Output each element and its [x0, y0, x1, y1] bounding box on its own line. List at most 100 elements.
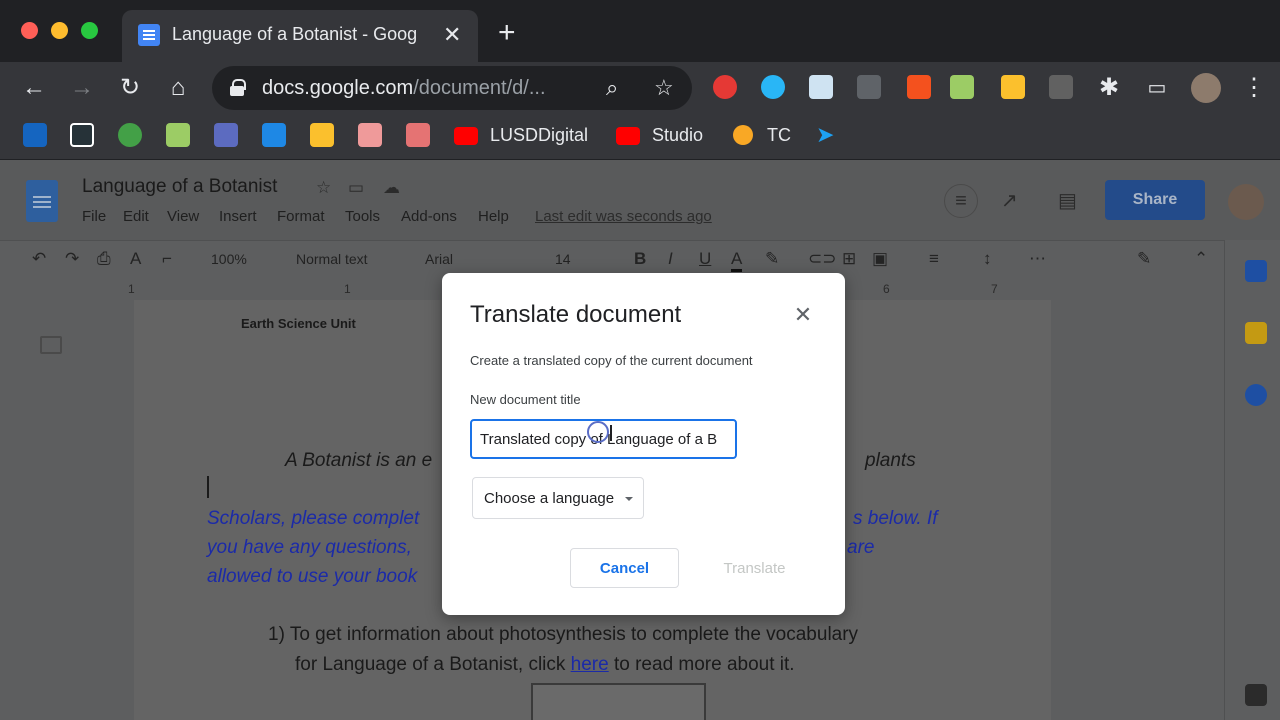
search-icon[interactable]: ⌕ — [606, 75, 618, 101]
close-icon[interactable]: ✕ — [791, 303, 815, 327]
url-text[interactable]: docs.google.com/document/d/... — [262, 77, 546, 100]
translate-button[interactable]: Translate — [700, 548, 809, 588]
language-select[interactable]: Choose a language — [472, 477, 644, 519]
extension-bookmark-icon[interactable] — [907, 75, 931, 99]
embedded-image[interactable] — [531, 683, 706, 720]
cast-icon[interactable]: ▭ — [1143, 74, 1171, 102]
extension-thumbs-up-icon[interactable] — [1001, 75, 1025, 99]
menu-addons[interactable]: Add-ons — [401, 208, 457, 225]
browser-menu-icon[interactable]: ⋮ — [1240, 74, 1268, 102]
cancel-button[interactable]: Cancel — [570, 548, 679, 588]
new-tab-button[interactable]: + — [498, 18, 516, 48]
spellcheck-icon[interactable]: A — [130, 249, 141, 269]
minimize-window-button[interactable] — [51, 22, 68, 39]
menu-help[interactable]: Help — [478, 208, 509, 225]
bookmarks-bar: LUSDDigital Studio TC ➤ — [0, 114, 1280, 160]
align-icon[interactable]: ≡ — [929, 249, 939, 269]
account-avatar[interactable] — [1228, 184, 1264, 220]
profile-avatar[interactable] — [1191, 73, 1221, 103]
bookmark-a-icon[interactable] — [23, 123, 47, 147]
style-select[interactable]: Normal text — [296, 251, 368, 267]
last-edit-status[interactable]: Last edit was seconds ago — [535, 208, 712, 225]
extensions-puzzle-icon[interactable]: ✱ — [1095, 74, 1123, 102]
highlight-icon[interactable]: ✎ — [765, 249, 779, 269]
document-title[interactable]: Language of a Botanist — [82, 176, 277, 198]
font-size-select[interactable]: 14 — [555, 251, 571, 267]
move-folder-icon[interactable]: ▭ — [348, 178, 364, 198]
text-cursor — [610, 425, 612, 441]
bookmark-flask-icon[interactable] — [166, 123, 190, 147]
ruler-number: 7 — [991, 282, 998, 296]
menu-insert[interactable]: Insert — [219, 208, 257, 225]
editing-mode-icon[interactable]: ✎ — [1137, 249, 1151, 269]
share-button[interactable]: Share — [1105, 180, 1205, 220]
extension-stop-icon[interactable] — [713, 75, 737, 99]
address-bar[interactable]: docs.google.com/document/d/... ⌕ ☆ — [212, 66, 692, 110]
youtube-icon — [454, 127, 478, 145]
extension-image-icon[interactable] — [809, 75, 833, 99]
italic-icon[interactable]: I — [668, 249, 673, 269]
bookmark-c-icon[interactable] — [214, 123, 238, 147]
intro-text-right: plants — [865, 450, 916, 471]
twitter-icon[interactable]: ➤ — [816, 123, 840, 147]
close-window-button[interactable] — [21, 22, 38, 39]
star-icon[interactable]: ☆ — [316, 178, 331, 198]
print-icon[interactable]: ⎙ — [97, 249, 111, 269]
bookmark-star-icon[interactable]: ☆ — [654, 75, 674, 101]
bookmark-lusddigital[interactable]: LUSDDigital — [490, 125, 588, 146]
document-outline-icon[interactable] — [40, 336, 62, 354]
activity-icon[interactable]: ↗ — [1001, 188, 1018, 213]
extension-grid-icon[interactable] — [1049, 75, 1073, 99]
tab-close-icon[interactable]: ✕ — [443, 22, 461, 48]
extension-globe-icon[interactable] — [761, 75, 785, 99]
docs-logo-icon[interactable] — [26, 180, 58, 222]
menu-view[interactable]: View — [167, 208, 199, 225]
collapse-icon[interactable]: ⌃ — [1194, 249, 1208, 269]
bookmark-tc[interactable]: TC — [767, 125, 791, 146]
browser-tab-active[interactable]: Language of a Botanist - Goog ✕ — [122, 10, 478, 62]
zoom-select[interactable]: 100% — [211, 251, 247, 267]
line-spacing-icon[interactable]: ↕ — [983, 249, 992, 269]
more-icon[interactable]: ⋯ — [1029, 249, 1046, 269]
menu-tools[interactable]: Tools — [345, 208, 380, 225]
undo-icon[interactable]: ↶ — [32, 249, 46, 269]
font-select[interactable]: Arial — [425, 251, 453, 267]
explore-icon[interactable] — [1245, 684, 1267, 706]
bookmark-mail-icon[interactable] — [358, 123, 382, 147]
menu-file[interactable]: File — [82, 208, 106, 225]
docs-favicon-icon — [138, 24, 160, 46]
comment-add-icon[interactable]: ⊞ — [842, 249, 856, 269]
text-color-icon[interactable]: A — [731, 249, 743, 272]
forward-icon[interactable]: → — [68, 74, 96, 102]
redo-icon[interactable]: ↷ — [65, 249, 79, 269]
calendar-icon[interactable] — [1245, 260, 1267, 282]
bookmark-apps-icon[interactable] — [70, 123, 94, 147]
bookmark-plus-icon[interactable] — [118, 123, 142, 147]
tasks-icon[interactable] — [1245, 384, 1267, 406]
here-link[interactable]: here — [571, 654, 609, 675]
cloud-status-icon[interactable]: ☁ — [383, 178, 400, 198]
back-icon[interactable]: ← — [20, 74, 48, 102]
reload-icon[interactable]: ↻ — [116, 74, 144, 102]
extension-rocket-icon[interactable] — [857, 75, 881, 99]
comments-icon[interactable]: ▤ — [1058, 188, 1077, 213]
paint-format-icon[interactable]: ⌐ — [162, 249, 172, 269]
bookmark-pause-icon[interactable] — [262, 123, 286, 147]
maximize-window-button[interactable] — [81, 22, 98, 39]
present-icon[interactable]: ≡ — [944, 184, 978, 218]
bold-icon[interactable]: B — [634, 249, 646, 269]
menu-format[interactable]: Format — [277, 208, 325, 225]
home-icon[interactable]: ⌂ — [164, 74, 192, 102]
keep-icon[interactable] — [1245, 322, 1267, 344]
menu-edit[interactable]: Edit — [123, 208, 149, 225]
insert-image-icon[interactable]: ▣ — [872, 249, 888, 269]
docs-header: Language of a Botanist ☆ ▭ ☁ File Edit V… — [0, 160, 1280, 240]
bookmark-classroom-icon[interactable] — [310, 123, 334, 147]
bookmark-studio[interactable]: Studio — [652, 125, 703, 146]
link-icon[interactable]: ⊂⊃ — [808, 249, 837, 269]
underline-icon[interactable]: U — [699, 249, 711, 269]
instructions-line-2-right: are — [847, 537, 875, 558]
extension-flask-icon[interactable] — [950, 75, 974, 99]
bookmark-calendar-icon[interactable] — [406, 123, 430, 147]
translate-dialog: Translate document ✕ Create a translated… — [442, 273, 845, 615]
